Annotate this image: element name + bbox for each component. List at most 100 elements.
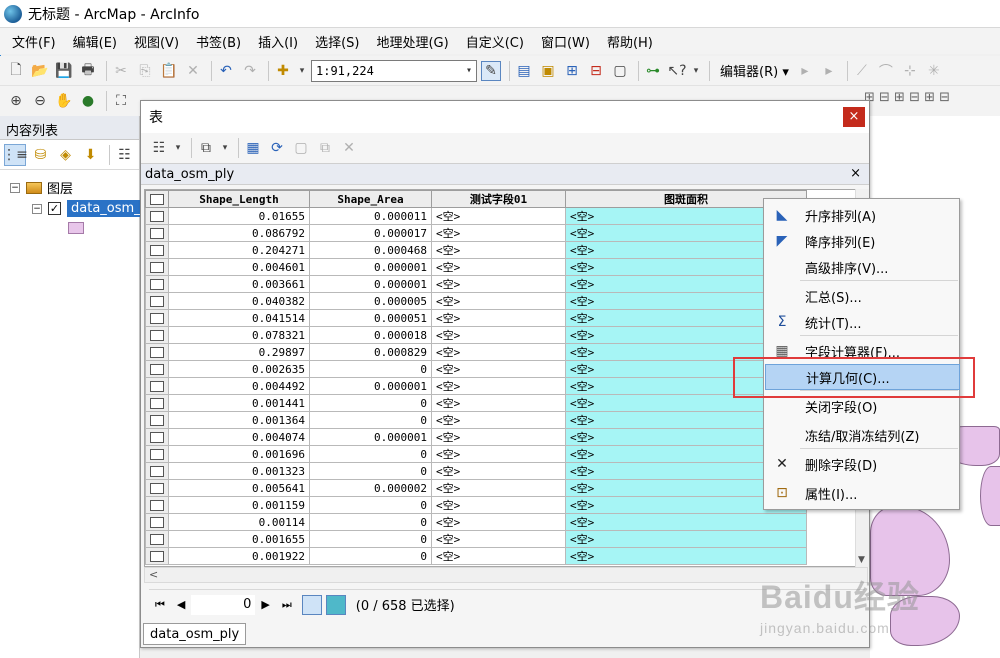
show-all-records-icon[interactable]: [301, 594, 322, 615]
trace-icon[interactable]: ⌒: [876, 61, 896, 81]
cell-test-field[interactable]: <空>: [431, 343, 566, 361]
cell-test-field[interactable]: <空>: [431, 479, 566, 497]
cell-test-field[interactable]: <空>: [431, 275, 566, 293]
context-menu-item[interactable]: Σ 统计(T)...: [765, 309, 960, 335]
delete-icon[interactable]: ✕: [183, 61, 203, 81]
print-icon[interactable]: 🖶: [78, 61, 98, 81]
cell-shape-area[interactable]: 0.000011: [309, 207, 432, 225]
table-options-icon[interactable]: ☷: [149, 138, 169, 158]
column-header-shape-length[interactable]: Shape_Length: [168, 190, 310, 208]
cell-patch-area[interactable]: <空>: [565, 513, 807, 531]
zoom-to-selected-icon[interactable]: ⧉: [315, 138, 335, 158]
editor-menu-button[interactable]: 编辑器(R) ▾: [720, 61, 789, 80]
layer-visibility-checkbox[interactable]: ✓: [48, 202, 61, 215]
context-menu-item[interactable]: ✕ 删除字段(D): [765, 451, 960, 477]
cell-shape-length[interactable]: 0.001922: [168, 547, 310, 565]
cell-shape-length[interactable]: 0.086792: [168, 224, 310, 242]
column-header-shape-area[interactable]: Shape_Area: [309, 190, 432, 208]
table-row[interactable]: 0.00114 0 <空> <空>: [145, 513, 807, 531]
cell-shape-area[interactable]: 0.000001: [309, 258, 432, 276]
cell-shape-area[interactable]: 0: [309, 462, 432, 480]
table-row[interactable]: 0.005641 0.000002 <空> <空>: [145, 479, 807, 497]
cell-shape-area[interactable]: 0: [309, 513, 432, 531]
cell-shape-area[interactable]: 0: [309, 496, 432, 514]
cell-test-field[interactable]: <空>: [431, 326, 566, 344]
row-selector[interactable]: [145, 309, 169, 327]
delete-selected-icon[interactable]: ✕: [339, 138, 359, 158]
row-selector[interactable]: [145, 275, 169, 293]
related-tables-dropdown-icon[interactable]: ▾: [220, 138, 230, 158]
context-menu-item[interactable]: ◣ 升序排列(A): [765, 202, 960, 228]
cell-shape-area[interactable]: 0: [309, 547, 432, 565]
edit-tool-icon[interactable]: ▸: [795, 61, 815, 81]
cell-patch-area[interactable]: <空>: [565, 530, 807, 548]
cell-test-field[interactable]: <空>: [431, 411, 566, 429]
pan-hand-icon[interactable]: ✋: [54, 91, 74, 111]
table-row[interactable]: 0.086792 0.000017 <空> <空>: [145, 224, 807, 242]
cell-test-field[interactable]: <空>: [431, 207, 566, 225]
python-window-icon[interactable]: ▢: [610, 61, 630, 81]
table-row[interactable]: 0.004074 0.000001 <空> <空>: [145, 428, 807, 446]
open-folder-icon[interactable]: 📂: [30, 61, 50, 81]
row-selector[interactable]: [145, 360, 169, 378]
collapse-icon[interactable]: −: [10, 182, 20, 193]
cell-shape-length[interactable]: 0.001323: [168, 462, 310, 480]
table-row[interactable]: 0.040382 0.000005 <空> <空>: [145, 292, 807, 310]
table-row[interactable]: 0.003661 0.000001 <空> <空>: [145, 275, 807, 293]
zoom-in-icon[interactable]: ⊕: [6, 91, 26, 111]
cell-shape-length[interactable]: 0.204271: [168, 241, 310, 259]
row-selector[interactable]: [145, 207, 169, 225]
table-row[interactable]: 0.001441 0 <空> <空>: [145, 394, 807, 412]
cell-shape-length[interactable]: 0.003661: [168, 275, 310, 293]
select-all-cell[interactable]: [145, 190, 169, 208]
cell-shape-length[interactable]: 0.001696: [168, 445, 310, 463]
scroll-down-icon[interactable]: ▼: [858, 555, 865, 565]
menu-edit[interactable]: 编辑(E): [73, 32, 117, 51]
cell-test-field[interactable]: <空>: [431, 241, 566, 259]
row-selector[interactable]: [145, 479, 169, 497]
select-by-attributes-icon[interactable]: ▦: [243, 138, 263, 158]
row-selector[interactable]: [145, 394, 169, 412]
cell-shape-area[interactable]: 0: [309, 445, 432, 463]
cell-shape-area[interactable]: 0.000017: [309, 224, 432, 242]
list-by-visibility-icon[interactable]: ◈: [55, 144, 76, 166]
switch-selection-icon[interactable]: ⟳: [267, 138, 287, 158]
cell-shape-length[interactable]: 0.041514: [168, 309, 310, 327]
row-selector[interactable]: [145, 445, 169, 463]
cell-shape-length[interactable]: 0.001364: [168, 411, 310, 429]
undo-icon[interactable]: ↶: [216, 61, 236, 81]
context-menu-item[interactable]: 汇总(S)...: [765, 283, 960, 309]
cell-shape-area[interactable]: 0: [309, 411, 432, 429]
cell-test-field[interactable]: <空>: [431, 224, 566, 242]
context-menu-item[interactable]: 冻结/取消冻结列(Z): [765, 422, 960, 448]
context-menu-item[interactable]: 高级排序(V)...: [765, 254, 960, 280]
table-bottom-tab[interactable]: data_osm_ply: [143, 623, 247, 645]
cell-shape-length[interactable]: 0.005641: [168, 479, 310, 497]
table-row[interactable]: 0.204271 0.000468 <空> <空>: [145, 241, 807, 259]
copy-icon[interactable]: ⎘: [135, 61, 155, 81]
cell-test-field[interactable]: <空>: [431, 496, 566, 514]
menu-customize[interactable]: 自定义(C): [466, 32, 524, 51]
menu-help[interactable]: 帮助(H): [607, 32, 653, 51]
map-scale-input[interactable]: 1:91,224 ▾: [311, 59, 477, 82]
show-selected-records-icon[interactable]: [325, 594, 346, 615]
cell-shape-length[interactable]: 0.001159: [168, 496, 310, 514]
cell-shape-length[interactable]: 0.004601: [168, 258, 310, 276]
cell-test-field[interactable]: <空>: [431, 394, 566, 412]
cell-shape-area[interactable]: 0.000001: [309, 377, 432, 395]
table-row[interactable]: 0.078321 0.000018 <空> <空>: [145, 326, 807, 344]
cell-shape-length[interactable]: 0.002635: [168, 360, 310, 378]
chevron-down-icon[interactable]: ▾: [466, 65, 472, 76]
cell-shape-area[interactable]: 0.000002: [309, 479, 432, 497]
last-record-icon[interactable]: ⏭: [282, 598, 292, 612]
add-data-icon[interactable]: ✚: [273, 61, 293, 81]
cell-test-field[interactable]: <空>: [431, 360, 566, 378]
table-row[interactable]: 0.001696 0 <空> <空>: [145, 445, 807, 463]
cell-shape-area[interactable]: 0: [309, 394, 432, 412]
table-row[interactable]: 0.001922 0 <空> <空>: [145, 547, 807, 565]
row-selector[interactable]: [145, 411, 169, 429]
redo-icon[interactable]: ↷: [240, 61, 260, 81]
table-row[interactable]: 0.004601 0.000001 <空> <空>: [145, 258, 807, 276]
cell-test-field[interactable]: <空>: [431, 462, 566, 480]
menu-file[interactable]: 文件(F): [12, 32, 56, 51]
